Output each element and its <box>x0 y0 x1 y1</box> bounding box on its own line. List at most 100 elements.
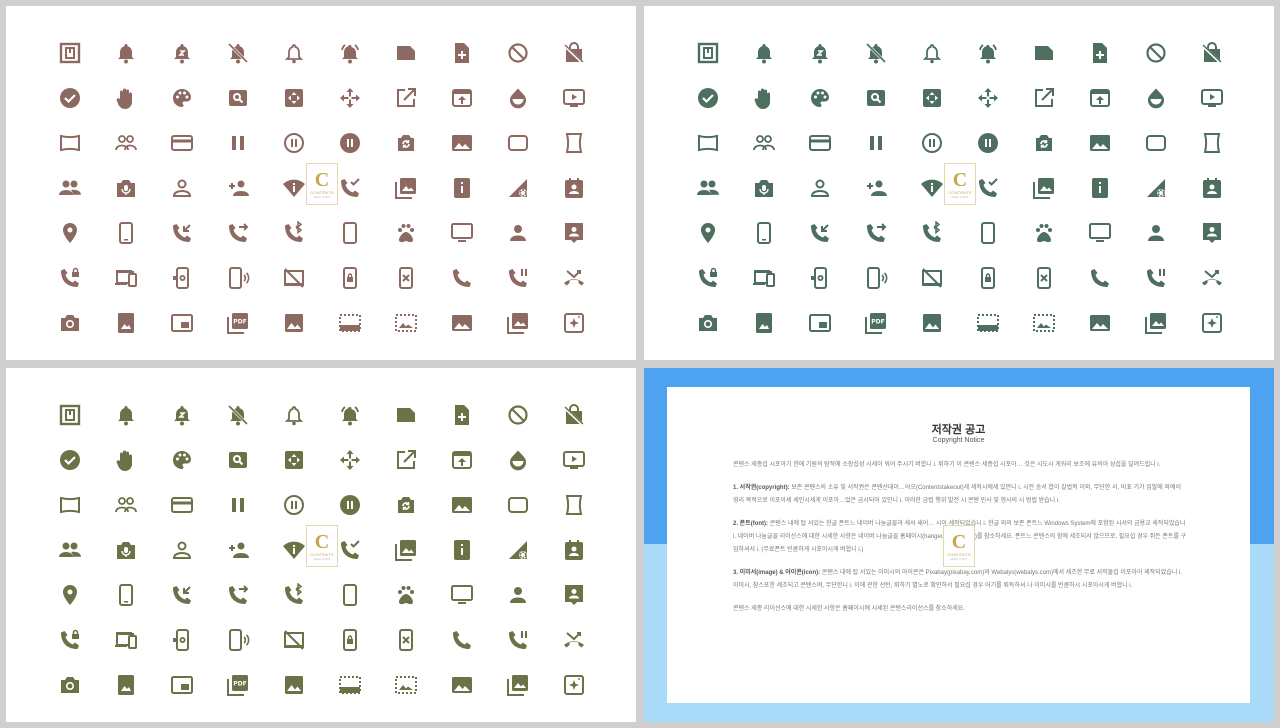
phone-forwarded-icon-svg <box>867 222 887 242</box>
desktop-icon-svg <box>451 222 473 242</box>
note-icon <box>378 392 434 437</box>
no-shopping-bag-icon-svg <box>563 41 585 64</box>
people-icon-svg <box>697 180 719 195</box>
pdf-icon: PDF <box>848 300 904 345</box>
picture-in-picture-icon <box>792 300 848 345</box>
panorama-wide-icon-svg <box>60 496 80 513</box>
open-in-browser-icon <box>434 437 490 482</box>
bell-snooze-icon-svg <box>812 43 828 63</box>
people-icon-svg <box>59 180 81 195</box>
bell-outline-icon-svg <box>284 43 304 63</box>
bell-snooze-icon-svg <box>174 43 190 63</box>
hand-icon-svg <box>116 88 132 109</box>
picture-in-frame-icon <box>378 662 434 707</box>
person-outline-icon-svg <box>172 179 192 197</box>
bell-off-icon-svg <box>227 404 249 425</box>
check-circle-icon <box>42 437 98 482</box>
rounded-rectangle-icon <box>490 482 546 527</box>
nfc-icon <box>42 392 98 437</box>
portrait-photo-icon <box>98 662 154 707</box>
phone-bluetooth-icon <box>266 572 322 617</box>
location-icon <box>42 210 98 255</box>
phone-paused-icon-svg <box>509 268 527 287</box>
pdf-icon: PDF <box>210 662 266 707</box>
bell-ringing-icon <box>322 30 378 75</box>
photo-albums-icon-svg <box>507 312 528 334</box>
phonelink-lock-icon <box>960 255 1016 300</box>
phone-missed-icon <box>1184 255 1240 300</box>
bell-icon-svg <box>118 405 134 425</box>
bell-outline-icon-svg <box>284 405 304 425</box>
info-box-icon <box>1072 165 1128 210</box>
bell-ringing-icon-svg <box>341 405 359 425</box>
opacity-icon <box>1128 75 1184 120</box>
open-in-new-icon-svg <box>397 449 416 469</box>
portrait-photo-icon <box>98 300 154 345</box>
bell-ringing-icon-svg <box>341 43 359 63</box>
phone-forwarded-icon-svg <box>229 584 249 604</box>
note-add-icon <box>1072 30 1128 75</box>
network-settings-icon-svg <box>509 178 527 197</box>
phone-forwarded-icon-svg <box>229 222 249 242</box>
smartphone-icon <box>960 210 1016 255</box>
select-bottom-icon-svg <box>977 313 999 332</box>
note-add-icon <box>434 392 490 437</box>
person-icon <box>490 210 546 255</box>
block-icon <box>1128 30 1184 75</box>
panorama-vertical-icon-svg <box>1203 132 1221 153</box>
person-add-icon <box>210 165 266 210</box>
note-add-icon-svg <box>1093 42 1107 63</box>
phonelink-erase-icon <box>1016 255 1072 300</box>
phone-locked-icon-svg <box>61 267 79 287</box>
phonelink-erase-icon-svg <box>399 628 413 651</box>
credit-card-icon <box>154 482 210 527</box>
phone-paused-icon <box>490 617 546 662</box>
nfc-icon <box>680 30 736 75</box>
check-circle-icon-svg <box>60 87 80 108</box>
perm-camera-mic-icon <box>98 527 154 572</box>
phone-missed-icon-svg <box>564 269 584 285</box>
block-icon-svg <box>508 404 528 425</box>
hand-icon-svg <box>754 88 770 109</box>
palette-icon <box>154 75 210 120</box>
icon-panel-olive: PDF C CONTENTS REAL CONT <box>6 368 636 722</box>
phonelink-ring-icon <box>210 617 266 662</box>
perm-camera-mic-icon-svg <box>117 179 135 197</box>
panorama-vertical-icon-svg <box>565 132 583 153</box>
devices-icon <box>98 617 154 662</box>
phonelink-off-icon <box>266 255 322 300</box>
phonelink-ring-icon-svg <box>229 266 250 289</box>
person-outline-icon-svg <box>172 541 192 559</box>
person-add-icon <box>210 527 266 572</box>
phone-icon-svg <box>453 630 471 649</box>
notice-copyright: 1. 서작권(copyright): 보존 콘텐스의 소유 및 서작권은 콘텐산… <box>733 482 1187 508</box>
palette-icon-svg <box>172 450 191 469</box>
perm-camera-mic-icon-svg <box>755 179 773 197</box>
devices-icon-svg <box>115 269 137 287</box>
phone-icon <box>434 255 490 300</box>
bell-snooze-icon <box>154 392 210 437</box>
bell-snooze-icon-svg <box>174 405 190 425</box>
bell-ringing-icon-svg <box>979 43 997 63</box>
select-bottom-icon-svg <box>339 675 361 694</box>
info-box-icon-svg <box>454 177 470 198</box>
phone-settings-icon-svg <box>811 266 827 289</box>
open-in-new-icon <box>1016 75 1072 120</box>
panorama-vertical-icon-svg <box>565 494 583 515</box>
camera-switch-icon-svg <box>1036 134 1052 151</box>
ondemand-video-icon-svg <box>563 450 585 469</box>
picture-in-picture-icon <box>154 662 210 707</box>
credit-card-icon <box>792 120 848 165</box>
pause-icon <box>210 120 266 165</box>
ondemand-video-icon-svg <box>1201 88 1223 107</box>
bell-icon-svg <box>756 43 772 63</box>
people-icon <box>680 165 736 210</box>
palette-icon-svg <box>810 88 829 107</box>
phonelink-lock-icon <box>322 255 378 300</box>
nfc-icon-svg <box>697 42 719 63</box>
smartphone-icon-svg <box>981 221 995 244</box>
panorama-vertical-icon <box>546 482 602 527</box>
contact-calendar-icon <box>546 527 602 572</box>
landscape-photo-icon <box>1072 300 1128 345</box>
photo-albums-icon <box>490 662 546 707</box>
